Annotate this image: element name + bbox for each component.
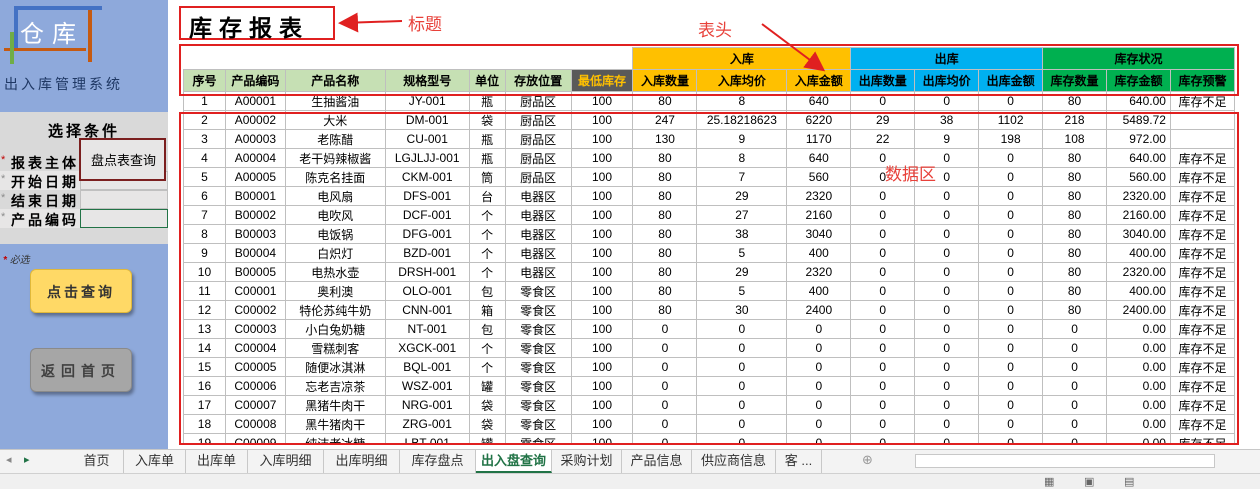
scroll-right-icon[interactable]: ▸: [24, 453, 30, 466]
sheet-tab[interactable]: 采购计划: [552, 450, 622, 473]
required-note-text: 必选: [9, 255, 30, 266]
sheet-tab[interactable]: 首页: [70, 450, 124, 473]
condition-label: 产品编码: [11, 212, 79, 228]
sheet-tab[interactable]: 客 ...: [776, 450, 822, 473]
required-star: *: [1, 154, 6, 166]
sheet-tab[interactable]: 供应商信息: [692, 450, 776, 473]
annotation-title-label: 标题: [408, 15, 442, 34]
report-subject-select[interactable]: 盘点表查询: [79, 138, 166, 181]
horizontal-scrollbar[interactable]: [915, 454, 1215, 468]
home-button[interactable]: 返回首页: [30, 348, 132, 392]
optional-star: *: [1, 173, 6, 185]
sheet-tab[interactable]: 出库明细: [324, 450, 400, 473]
sheet-tab[interactable]: 产品信息: [622, 450, 692, 473]
required-star: *: [3, 255, 7, 266]
optional-star: *: [1, 211, 6, 223]
condition-row-product-code: * 产品编码: [0, 209, 168, 228]
add-sheet-icon[interactable]: ⊕: [862, 452, 873, 468]
status-bar: ▦ ▣ ▤: [0, 473, 1260, 489]
page-break-icon[interactable]: ▤: [1124, 475, 1134, 488]
logo-decor-line: [10, 32, 14, 64]
sheet-tab[interactable]: 出入盘查询: [476, 450, 552, 473]
product-code-field[interactable]: [80, 209, 168, 228]
sidebar-panel: 仓库 出入库管理系统 选择条件 * 报表主体 * 开始日期 * 结束日期 * 产…: [0, 0, 168, 449]
header-frame: [179, 44, 1239, 96]
scroll-left-icon[interactable]: ◂: [6, 453, 12, 466]
report-title: 库存报表: [189, 15, 309, 41]
condition-row-end-date: * 结束日期: [0, 190, 168, 209]
required-note: * 必选: [3, 251, 30, 266]
sheet-tab[interactable]: 入库单: [124, 450, 186, 473]
query-button[interactable]: 点击查询: [30, 269, 132, 313]
annotation-header-label: 表头: [698, 21, 732, 40]
logo-decor-line: [14, 10, 18, 48]
logo-text: 仓库: [20, 21, 84, 48]
logo-decor-line: [88, 10, 92, 62]
condition-label: 报表主体: [11, 155, 79, 171]
sheet-tab[interactable]: 出库单: [186, 450, 248, 473]
condition-label: 开始日期: [11, 174, 79, 190]
optional-star: *: [1, 192, 6, 204]
normal-view-icon[interactable]: ▦: [1044, 475, 1054, 488]
sheet-tab[interactable]: 入库明细: [248, 450, 324, 473]
end-date-field[interactable]: [80, 190, 168, 209]
sheet-tabs-bar: ◂ ▸ 首页 入库单 出库单 入库明细 出库明细 库存盘点 出入盘查询 采购计划 产品信息 供应商…: [0, 449, 1260, 473]
system-subtitle: 出入库管理系统: [4, 76, 123, 92]
data-frame: [179, 112, 1239, 445]
condition-label: 结束日期: [11, 193, 79, 209]
page-layout-icon[interactable]: ▣: [1084, 475, 1094, 488]
sheet-tab[interactable]: 库存盘点: [400, 450, 476, 473]
report-title-frame: 库存报表: [179, 6, 335, 41]
annotation-data-label: 数据区: [885, 165, 936, 184]
